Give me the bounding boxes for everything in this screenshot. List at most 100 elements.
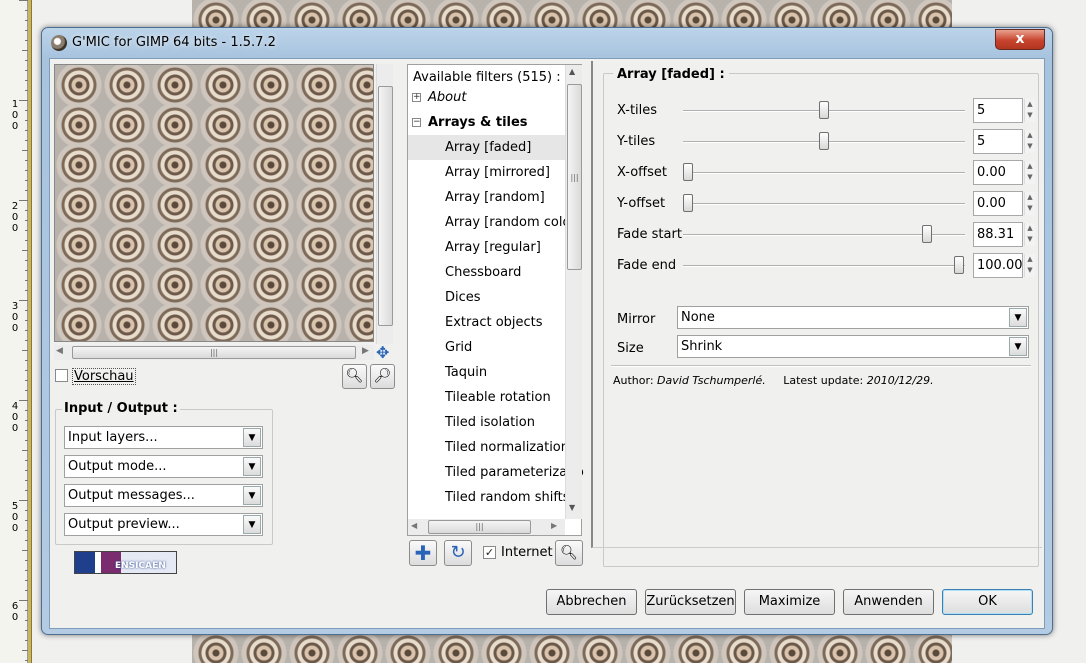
filter-hscroll-thumb[interactable]: ||| <box>428 520 531 534</box>
zoom-in-button[interactable]: 🔎︎ <box>370 364 395 389</box>
search-filters-button[interactable]: 🔍︎ <box>555 540 583 566</box>
chevron-down-icon[interactable]: ▼ <box>1009 308 1027 327</box>
io-select[interactable]: Output messages... ▼ <box>64 484 263 507</box>
spin-down-icon[interactable]: ▼ <box>1025 172 1035 183</box>
size-select[interactable]: Shrink ▼ <box>677 335 1029 358</box>
filter-item[interactable]: Tileable rotation <box>445 385 551 410</box>
scroll-down-icon[interactable]: ▼ <box>569 503 575 512</box>
preview-hscroll[interactable]: ◀ ||| ▶ <box>54 345 374 360</box>
filter-vscroll[interactable]: ▲ ||| ▼ <box>565 65 582 519</box>
chevron-down-icon[interactable]: ▼ <box>1009 337 1027 356</box>
internet-checkbox[interactable]: ✓ <box>483 546 496 559</box>
filter-item[interactable]: Dices <box>445 285 481 310</box>
apply-label: Anwenden <box>854 594 923 609</box>
move-preview-icon[interactable]: ✥ <box>376 343 389 362</box>
filter-scroll-right-icon[interactable]: ▶ <box>551 521 557 530</box>
category-about[interactable]: About <box>428 90 466 105</box>
param-slider-thumb[interactable] <box>818 132 829 150</box>
ruler-tick <box>19 0 28 1</box>
param-spin-buttons[interactable]: ▲ ▼ <box>1024 99 1035 122</box>
param-slider-track[interactable] <box>683 203 965 205</box>
apply-button[interactable]: Anwenden <box>843 589 934 615</box>
spin-up-icon[interactable]: ▲ <box>1025 223 1035 234</box>
zoom-out-button[interactable]: 🔍︎ <box>342 364 367 389</box>
param-spin-buttons[interactable]: ▲ ▼ <box>1024 223 1035 246</box>
scroll-up-icon[interactable]: ▲ <box>569 67 575 76</box>
io-select[interactable]: Input layers... ▼ <box>64 426 263 449</box>
spin-down-icon[interactable]: ▼ <box>1025 141 1035 152</box>
io-select-value: Output messages... <box>68 488 195 503</box>
expand-about-icon[interactable]: + <box>412 93 421 102</box>
param-value-input[interactable]: 5 <box>973 98 1023 123</box>
category-arrays-tiles[interactable]: Arrays & tiles <box>428 115 528 130</box>
preview-checkbox[interactable] <box>55 369 68 382</box>
preview-hscroll-thumb[interactable]: ||| <box>72 346 356 359</box>
filter-item[interactable]: Tiled normalization <box>445 435 569 460</box>
param-value-input[interactable]: 0.00 <box>973 191 1023 216</box>
spin-down-icon[interactable]: ▼ <box>1025 265 1035 276</box>
chevron-down-icon[interactable]: ▼ <box>243 428 261 447</box>
chevron-down-icon[interactable]: ▼ <box>243 486 261 505</box>
filter-item[interactable]: Chessboard <box>445 260 521 285</box>
spin-down-icon[interactable]: ▼ <box>1025 110 1035 121</box>
chevron-down-icon[interactable]: ▼ <box>243 515 261 534</box>
close-button[interactable]: x <box>995 29 1045 50</box>
param-slider-thumb[interactable] <box>954 256 964 274</box>
refresh-filters-button[interactable]: ↻ <box>444 540 472 566</box>
spin-up-icon[interactable]: ▲ <box>1025 161 1035 172</box>
spin-up-icon[interactable]: ▲ <box>1025 254 1035 265</box>
preview-vscroll[interactable] <box>376 64 393 344</box>
param-value-input[interactable]: 88.31 <box>973 222 1023 247</box>
filter-item[interactable]: Tiled random shifts <box>445 485 570 510</box>
filter-item[interactable]: Array [regular] <box>445 235 541 260</box>
filter-item[interactable]: Array [random color <box>445 210 576 235</box>
collapse-arrays-icon[interactable]: − <box>412 118 421 127</box>
preview-checkbox-label[interactable]: Vorschau <box>72 368 136 385</box>
param-slider-track[interactable] <box>683 172 965 174</box>
add-favorite-button[interactable]: ✚ <box>409 540 437 566</box>
param-spin-buttons[interactable]: ▲ ▼ <box>1024 254 1035 277</box>
param-slider-track[interactable] <box>683 265 965 267</box>
filter-item[interactable]: Tiled parameterizatio <box>445 460 584 485</box>
spin-up-icon[interactable]: ▲ <box>1025 130 1035 141</box>
ruler-mark: 0 <box>11 612 19 623</box>
filter-vscroll-thumb[interactable]: ||| <box>567 84 582 270</box>
spin-down-icon[interactable]: ▼ <box>1025 203 1035 214</box>
spin-up-icon[interactable]: ▲ <box>1025 192 1035 203</box>
filter-item[interactable]: Extract objects <box>445 310 543 335</box>
param-spin-buttons[interactable]: ▲ ▼ <box>1024 130 1035 153</box>
filter-hscroll[interactable]: ◀ ||| ▶ <box>408 519 565 535</box>
filter-item[interactable]: Grid <box>445 335 472 360</box>
io-select[interactable]: Output mode... ▼ <box>64 455 263 478</box>
param-spin-buttons[interactable]: ▲ ▼ <box>1024 192 1035 215</box>
param-value-input[interactable]: 100.00 <box>973 253 1023 278</box>
chevron-down-icon[interactable]: ▼ <box>243 457 261 476</box>
io-select[interactable]: Output preview... ▼ <box>64 513 263 536</box>
param-slider-thumb[interactable] <box>818 101 829 119</box>
param-slider-thumb[interactable] <box>683 194 693 212</box>
spin-up-icon[interactable]: ▲ <box>1025 99 1035 110</box>
filter-item[interactable]: Taquin <box>445 360 487 385</box>
filter-item[interactable]: Array [random] <box>445 185 545 210</box>
plus-icon: ✚ <box>414 541 432 565</box>
spin-down-icon[interactable]: ▼ <box>1025 234 1035 245</box>
mirror-select[interactable]: None ▼ <box>677 306 1029 329</box>
filter-scroll-left-icon[interactable]: ◀ <box>411 521 417 530</box>
preview-vscroll-thumb[interactable] <box>378 86 393 326</box>
reset-button[interactable]: Zurücksetzen <box>645 589 736 615</box>
param-slider-thumb[interactable] <box>922 225 933 243</box>
filter-item[interactable]: Array [faded] <box>408 135 565 160</box>
cancel-button[interactable]: Abbrechen <box>546 589 637 615</box>
param-value: 5 <box>977 134 986 149</box>
internet-label[interactable]: Internet <box>501 545 553 560</box>
maximize-button[interactable]: Maximize <box>744 589 835 615</box>
ok-button[interactable]: OK <box>942 589 1033 615</box>
scroll-right-icon[interactable]: ▶ <box>362 346 369 356</box>
filter-item[interactable]: Tiled isolation <box>445 410 535 435</box>
param-value-input[interactable]: 0.00 <box>973 160 1023 185</box>
filter-item[interactable]: Array [mirrored] <box>445 160 550 185</box>
param-slider-thumb[interactable] <box>683 163 693 181</box>
scroll-left-icon[interactable]: ◀ <box>56 346 63 356</box>
param-value-input[interactable]: 5 <box>973 129 1023 154</box>
param-spin-buttons[interactable]: ▲ ▼ <box>1024 161 1035 184</box>
